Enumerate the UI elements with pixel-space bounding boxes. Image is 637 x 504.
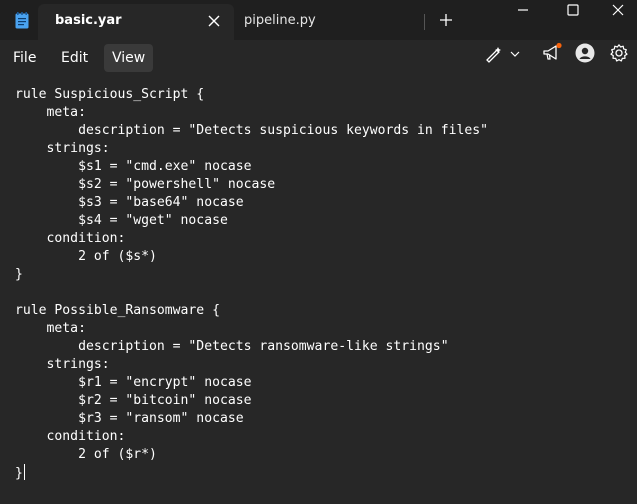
- code-line: meta:: [15, 105, 86, 120]
- plus-icon[interactable]: [438, 12, 454, 28]
- code-line: $s4 = "wget" nocase: [15, 213, 228, 228]
- maximize-icon[interactable]: [550, 0, 596, 24]
- code-line: 2 of ($r*): [15, 447, 157, 462]
- code-line: description = "Detects suspicious keywor…: [15, 123, 488, 138]
- tab-label: basic.yar: [55, 13, 122, 28]
- close-icon[interactable]: [206, 13, 222, 29]
- copilot-pen-icon[interactable]: [484, 44, 524, 64]
- code-line: $r3 = "ransom" nocase: [15, 411, 244, 426]
- notepad-icon: [15, 12, 29, 29]
- tab-pipeline-py[interactable]: pipeline.py: [234, 4, 424, 40]
- code-line: description = "Detects ransomware-like s…: [15, 339, 449, 354]
- code-line: $s1 = "cmd.exe" nocase: [15, 159, 252, 174]
- code-line: $s3 = "base64" nocase: [15, 195, 244, 210]
- megaphone-icon[interactable]: [541, 42, 563, 64]
- menu-edit[interactable]: Edit: [53, 44, 96, 72]
- tab-divider: [424, 14, 425, 30]
- code-line: meta:: [15, 321, 86, 336]
- editor-content[interactable]: rule Suspicious_Script { meta: descripti…: [15, 86, 488, 483]
- close-icon[interactable]: [595, 0, 637, 24]
- code-line: condition:: [15, 429, 126, 444]
- gear-icon[interactable]: [609, 43, 629, 63]
- menu-file[interactable]: File: [5, 44, 44, 72]
- code-line: $r1 = "encrypt" nocase: [15, 375, 252, 390]
- tab-label: pipeline.py: [244, 13, 316, 28]
- code-line: 2 of ($s*): [15, 249, 157, 264]
- text-cursor: [23, 464, 25, 480]
- code-line: strings:: [15, 357, 110, 372]
- avatar-icon[interactable]: [575, 43, 595, 63]
- code-line: $r2 = "bitcoin" nocase: [15, 393, 252, 408]
- code-line: $s2 = "powershell" nocase: [15, 177, 276, 192]
- code-line: }: [15, 466, 23, 481]
- text-editor[interactable]: rule Suspicious_Script { meta: descripti…: [0, 72, 637, 504]
- code-line: condition:: [15, 231, 126, 246]
- code-line: }: [15, 267, 23, 282]
- code-line: rule Possible_Ransomware {: [15, 303, 220, 318]
- code-line: rule Suspicious_Script {: [15, 87, 205, 102]
- code-line: strings:: [15, 141, 110, 156]
- minimize-icon[interactable]: [500, 0, 546, 24]
- tab-basic-yar[interactable]: basic.yar: [38, 4, 234, 40]
- title-bar: basic.yar pipeline.py: [0, 0, 637, 40]
- menu-view[interactable]: View: [104, 44, 154, 72]
